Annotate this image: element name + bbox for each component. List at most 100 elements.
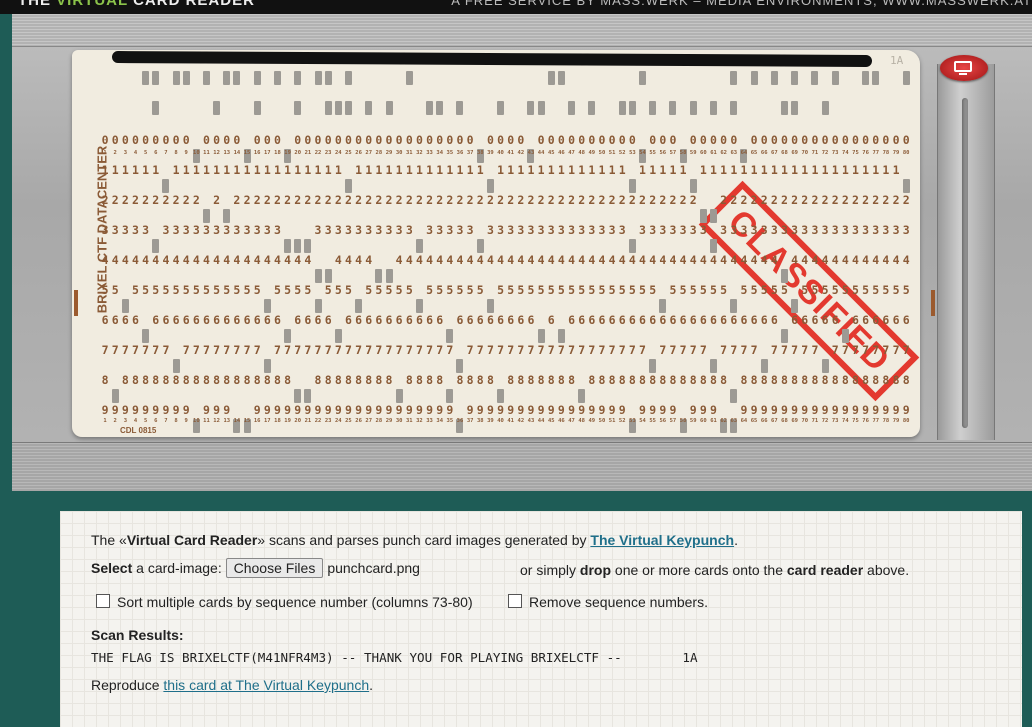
punched-hole: 5 — [120, 282, 130, 298]
card-digit — [759, 100, 769, 116]
card-digit: 6 — [801, 313, 809, 327]
card-digit: 8 — [710, 373, 717, 387]
card-digit: 0 — [781, 133, 788, 147]
card-digit: 3 — [598, 223, 606, 237]
eject-button[interactable] — [940, 55, 988, 81]
select-text: a card-image: — [132, 560, 226, 576]
column-number: 58 — [679, 418, 687, 424]
punched-hole: 6 — [840, 312, 850, 328]
card-digit: 2 — [760, 193, 768, 207]
card-digit: 2 — [547, 193, 555, 207]
column-number: 29 — [385, 150, 393, 156]
card-digit: 7 — [537, 343, 545, 357]
card-digit: 8 — [628, 373, 636, 387]
sort-checkbox[interactable] — [96, 594, 110, 608]
punched-hole: 6 — [333, 312, 343, 328]
card-digit — [506, 70, 516, 86]
card-digit: 1 — [649, 163, 657, 177]
column-number: 3 — [123, 150, 127, 156]
card-digit: 8 — [821, 373, 829, 387]
card-digit: 8 — [476, 373, 484, 387]
card-digit: 0 — [395, 133, 403, 147]
card-digit — [120, 70, 130, 86]
card-digit: 2 — [821, 193, 829, 207]
punched-hole — [384, 100, 394, 116]
card-digit: 7 — [517, 343, 525, 357]
card-right-tab — [931, 290, 935, 316]
card-digit: 3 — [324, 223, 332, 237]
column-numbers: 1 2 3 4 5 6 7 8 9 10 11 12 13 14 15 16 17 18 19 20 21 22 23 24 2… — [100, 150, 911, 156]
column-number: 54 — [639, 150, 646, 156]
card-digit: 6 — [111, 313, 119, 327]
card-digit: 3 — [618, 223, 626, 237]
card-digit: 2 — [720, 193, 728, 207]
card-digit: 2 — [892, 193, 900, 207]
card-digit: 0 — [760, 133, 768, 147]
card-digit: 9 — [639, 403, 646, 417]
card-digit: 6 — [578, 313, 586, 327]
column-number: 40 — [497, 150, 504, 156]
card-digit: 8 — [385, 373, 393, 387]
card-digit: 6 — [395, 313, 403, 327]
eject-icon — [954, 61, 972, 75]
card-digit: 8 — [101, 373, 109, 387]
card-digit: 5 — [547, 283, 555, 297]
column-number: 52 — [618, 150, 626, 156]
choose-files-button[interactable]: Choose Files — [225, 558, 324, 578]
card-digit: 7 — [882, 343, 890, 357]
card-digit: 8 — [831, 373, 839, 387]
card-digit: 3 — [862, 223, 870, 237]
column-number: 15 — [243, 418, 251, 424]
card-digit: 1 — [213, 163, 221, 177]
card-digit: 4 — [213, 253, 221, 267]
card-digit: 9 — [852, 403, 859, 417]
card-digit: 9 — [415, 403, 423, 417]
card-digit: 9 — [111, 403, 119, 417]
card-digit: 4 — [852, 253, 859, 267]
card-digit: 3 — [497, 223, 505, 237]
card-digit: 1 — [253, 163, 261, 177]
punched-hole — [749, 70, 759, 86]
card-digit: 0 — [770, 133, 778, 147]
card-digit: 0 — [172, 133, 180, 147]
card-digit — [526, 70, 536, 86]
punched-hole: 2 — [222, 192, 232, 208]
card-digit — [414, 100, 424, 116]
card-digit: 9 — [497, 403, 505, 417]
card-digit: 5 — [426, 283, 434, 297]
virtual-keypunch-link[interactable]: The Virtual Keypunch — [590, 532, 734, 548]
card-digit: 2 — [233, 193, 241, 207]
card-digit: 0 — [628, 133, 636, 147]
card-digit: 0 — [720, 133, 728, 147]
card-digit: 7 — [314, 343, 322, 357]
card-digit: 3 — [557, 223, 565, 237]
punched-hole — [901, 70, 911, 86]
card-digit: 0 — [821, 133, 829, 147]
remove-sequence-checkbox[interactable] — [508, 594, 522, 608]
column-number: 42 — [517, 150, 525, 156]
card-digit — [901, 100, 911, 116]
card-digit: 1 — [395, 163, 403, 177]
card-digit: 5 — [801, 283, 809, 297]
reproduce-link[interactable]: this card at The Virtual Keypunch — [163, 677, 369, 693]
card-digit: 7 — [507, 343, 515, 357]
card-digit: 6 — [314, 313, 322, 327]
remove-option[interactable]: Remove sequence numbers. — [508, 594, 708, 610]
card-digit — [181, 100, 191, 116]
sort-option[interactable]: Sort multiple cards by sequence number (… — [96, 594, 473, 610]
card-digit: 0 — [811, 133, 819, 147]
card-digit: 8 — [162, 373, 170, 387]
column-number: 77 — [872, 418, 880, 424]
slot-groove — [962, 98, 968, 428]
punched-hole: 6 — [445, 312, 455, 328]
card-digit: 3 — [203, 223, 210, 237]
card-digit: 3 — [811, 223, 819, 237]
card-digit: 6 — [608, 313, 616, 327]
select-bold: Select — [91, 560, 133, 576]
card-digit: 3 — [578, 223, 586, 237]
card-digit: 0 — [314, 133, 322, 147]
card-digit — [161, 100, 171, 116]
punched-hole: 6 — [779, 312, 789, 328]
punched-hole — [181, 70, 191, 86]
card-digit: 3 — [253, 223, 261, 237]
